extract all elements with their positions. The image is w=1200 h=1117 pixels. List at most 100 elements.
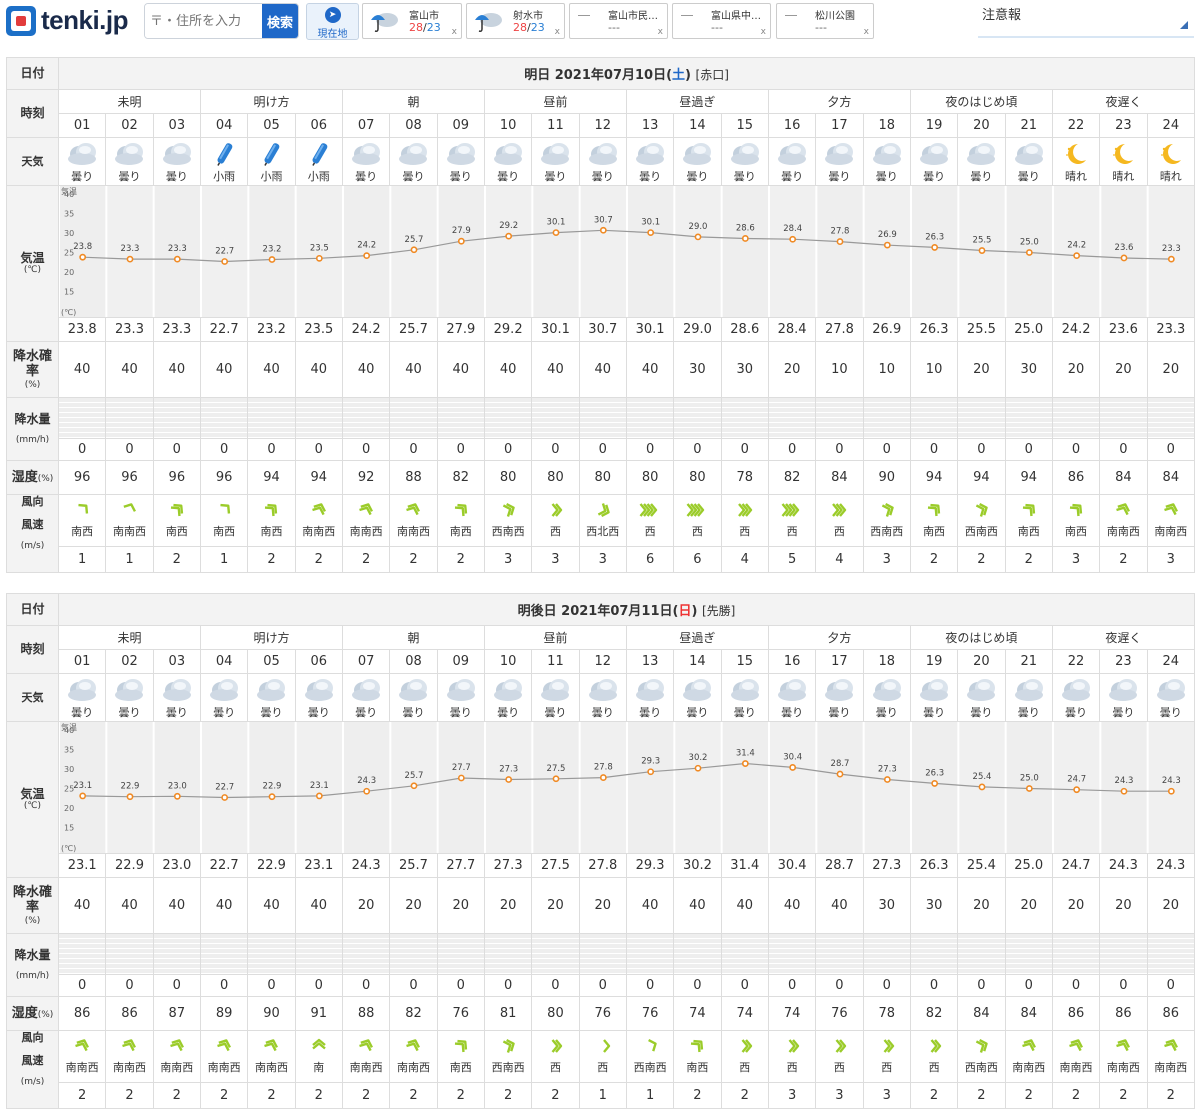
precip-bar-cell <box>105 397 154 439</box>
temp-point <box>789 235 797 243</box>
temp-point <box>552 775 560 783</box>
tab-value: --- <box>711 21 723 34</box>
notice-box[interactable]: 注意報 <box>978 0 1194 38</box>
humidity-cell: 86 <box>1051 460 1101 495</box>
precip-bar <box>390 398 437 438</box>
temp-point <box>173 255 181 263</box>
temp-point <box>268 793 276 801</box>
location-tab[interactable]: 富山県中… --- x <box>672 3 771 39</box>
weather-cell: 曇り <box>815 137 864 186</box>
precip-bar <box>1148 398 1194 438</box>
hour-cell: 10 <box>483 649 533 674</box>
wind-speed-cell: 2 <box>909 1082 959 1109</box>
wind-direction-cell: 南南西 <box>341 494 391 547</box>
chart-column-bg <box>864 722 910 853</box>
humidity-cell: 74 <box>673 996 722 1031</box>
cloud-icon <box>107 676 152 704</box>
wind-speed-cell: 6 <box>625 546 675 573</box>
location-tab[interactable]: 松川公園 --- x <box>776 3 874 39</box>
wind-speed-cell: 5 <box>767 546 817 573</box>
precip-value-cell: 0 <box>625 974 675 997</box>
temp-value-cell: 27.7 <box>436 853 485 878</box>
precip-label-text: 降水量 <box>14 412 51 427</box>
precip-bar-cell <box>57 397 107 439</box>
close-icon[interactable]: x <box>555 27 560 37</box>
close-icon[interactable]: x <box>864 27 869 37</box>
wind-arrow-icon <box>911 1037 956 1055</box>
wind-direction-text: 西南西 <box>491 1061 525 1074</box>
period-cell: 未明 <box>58 89 201 114</box>
hour-cell: 07 <box>341 113 391 138</box>
humidity-cell: 96 <box>199 460 249 495</box>
logo[interactable]: tenki.jp <box>6 5 129 36</box>
wind-direction-cell: 西 <box>673 494 722 547</box>
temp-data-label: 26.3 <box>925 768 944 778</box>
precip-bar <box>1053 398 1099 438</box>
hour-cell: 23 <box>1099 649 1148 674</box>
current-location-button[interactable]: ➤ 現在地 <box>306 3 359 40</box>
wind-direction-row: 風向 風速 (m/s) 南西 南南西 南西 南西 南西 南南西 南南西 南南西 南西 西南西西西北西西西… <box>6 494 1196 573</box>
temp-chart: 気温 40 35 30 25 20 15 (℃) 23.8 23.3 23.3 22.7 23.2 23.… <box>57 185 1196 318</box>
wind-direction-cell: 南南西 <box>1099 494 1148 547</box>
pop-cell: 20 <box>767 341 817 398</box>
cloud-icon <box>627 140 672 168</box>
wind-direction-cell: 南西 <box>1004 494 1053 547</box>
humidity-label: 湿度(%) <box>6 460 59 495</box>
precip-bar <box>248 398 295 438</box>
search-input[interactable] <box>145 4 263 38</box>
pop-cell: 40 <box>815 877 864 934</box>
weather-text: 曇り <box>639 170 662 183</box>
pop-label: 降水確率 (%) <box>6 341 59 398</box>
hour-cell: 11 <box>531 649 580 674</box>
humidity-cell: 76 <box>815 996 864 1031</box>
weather-text: 小雨 <box>307 170 330 183</box>
close-icon[interactable]: x <box>658 27 663 37</box>
temp-chart-row: 気温 (℃) 気温 40 35 30 25 20 15 (℃) 23.8 23.3 23.3 22.7 23… <box>6 185 1196 342</box>
close-icon[interactable]: x <box>452 27 457 37</box>
wind-direction-text: 西南西 <box>964 1061 998 1074</box>
date-label: 日付 <box>6 57 59 90</box>
pop-cell: 40 <box>105 877 154 934</box>
search-button[interactable]: 検索 <box>262 4 298 38</box>
hour-cell: 14 <box>673 113 722 138</box>
wind-direction-cell: 西南西 <box>957 1030 1006 1083</box>
temp-point <box>315 254 323 262</box>
location-tab[interactable]: 富山市民… --- x <box>569 3 668 39</box>
wind-arrow-icon <box>533 1037 578 1055</box>
pop-row: 降水確率 (%) 40 40 40 40 40 40 20 20 20 20 20 20 40 40 40 40 4… <box>6 877 1195 934</box>
cloud-icon <box>959 676 1004 704</box>
temp-data-label: 25.7 <box>405 235 424 245</box>
wind-speed-cell: 2 <box>389 546 438 573</box>
temp-data-label: 29.2 <box>499 221 518 231</box>
precip-bar-cell <box>105 933 154 975</box>
pop-label-text: 降水確率 <box>12 884 52 916</box>
date-text: 明後日 2021年07月11日( <box>517 604 679 619</box>
chart-column-bg <box>1101 722 1147 853</box>
temp-point <box>789 764 797 771</box>
wind-direction-text: 南南西 <box>1154 525 1188 538</box>
wind-direction-cell: 南南西 <box>247 1030 296 1083</box>
wind-unit: (m/s) <box>20 541 45 552</box>
wind-speed-cell: 2 <box>105 1082 154 1109</box>
cloud-icon <box>1101 676 1146 704</box>
precip-bar <box>248 934 295 974</box>
location-tab[interactable]: 射水市 28/23 x <box>466 3 565 39</box>
temp-value-cell: 22.7 <box>199 853 249 878</box>
weather-cell: 曇り <box>389 137 438 186</box>
chart-column-bg <box>533 186 579 317</box>
close-icon[interactable]: x <box>761 27 766 37</box>
wind-speed-label: 風速 <box>21 1054 44 1068</box>
location-tab[interactable]: 富山市 28/23 x <box>362 3 462 39</box>
wind-direction-text: 西南西 <box>491 525 525 538</box>
wind-arrow-icon <box>343 1037 388 1055</box>
weather-cell: 曇り <box>1004 137 1053 186</box>
precip-label-text: 降水量 <box>14 948 51 963</box>
wind-direction-row: 風向 風速 (m/s) 南南西 南南西 南南西 南南西 南南西南南南西 南南西 南西 西南西西西西南… <box>6 1030 1195 1109</box>
wind-speed-cell: 2 <box>720 1082 769 1109</box>
pop-cell: 40 <box>578 341 627 398</box>
humidity-cell: 94 <box>294 460 343 495</box>
wind-speed-cell: 2 <box>152 1082 201 1109</box>
temp-value-cell: 23.5 <box>294 317 343 342</box>
wind-speed-cell: 2 <box>1146 1082 1195 1109</box>
pop-cell: 20 <box>1146 877 1195 934</box>
